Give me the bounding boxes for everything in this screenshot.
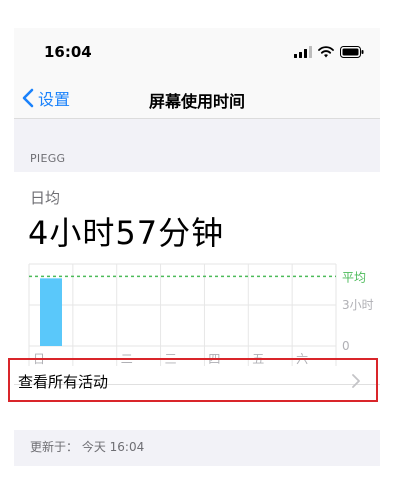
status-bar: 16:04 bbox=[14, 28, 380, 78]
chart-svg: 平均3小时0日一二三四五六 bbox=[28, 263, 374, 366]
last-updated-text: 更新于： 今天 16:04 bbox=[30, 440, 145, 454]
view-all-activity-button[interactable]: 查看所有活动 bbox=[8, 358, 378, 402]
daily-average-value[interactable]: 4小时57分钟 bbox=[28, 208, 224, 254]
chevron-right-icon bbox=[352, 374, 360, 388]
daily-average-label: 日均 bbox=[30, 189, 61, 207]
wifi-icon bbox=[318, 46, 334, 58]
chart-average-label: 平均 bbox=[342, 270, 366, 284]
page-title: 屏幕使用时间 bbox=[148, 92, 245, 111]
chart-y-tick-label: 3小时 bbox=[342, 298, 374, 312]
chart-bar bbox=[40, 278, 62, 346]
status-time: 16:04 bbox=[44, 43, 92, 61]
chart-y-tick-label: 0 bbox=[342, 339, 350, 353]
navigation-bar: 设置 屏幕使用时间 bbox=[14, 78, 380, 119]
battery-icon bbox=[340, 46, 364, 58]
cellular-signal-icon bbox=[294, 46, 312, 58]
section-header: PIEGG bbox=[30, 152, 66, 165]
view-all-activity-label: 查看所有活动 bbox=[18, 373, 109, 391]
weekly-usage-chart[interactable]: 平均 3小时 0 日一二三四五六 bbox=[14, 260, 380, 372]
